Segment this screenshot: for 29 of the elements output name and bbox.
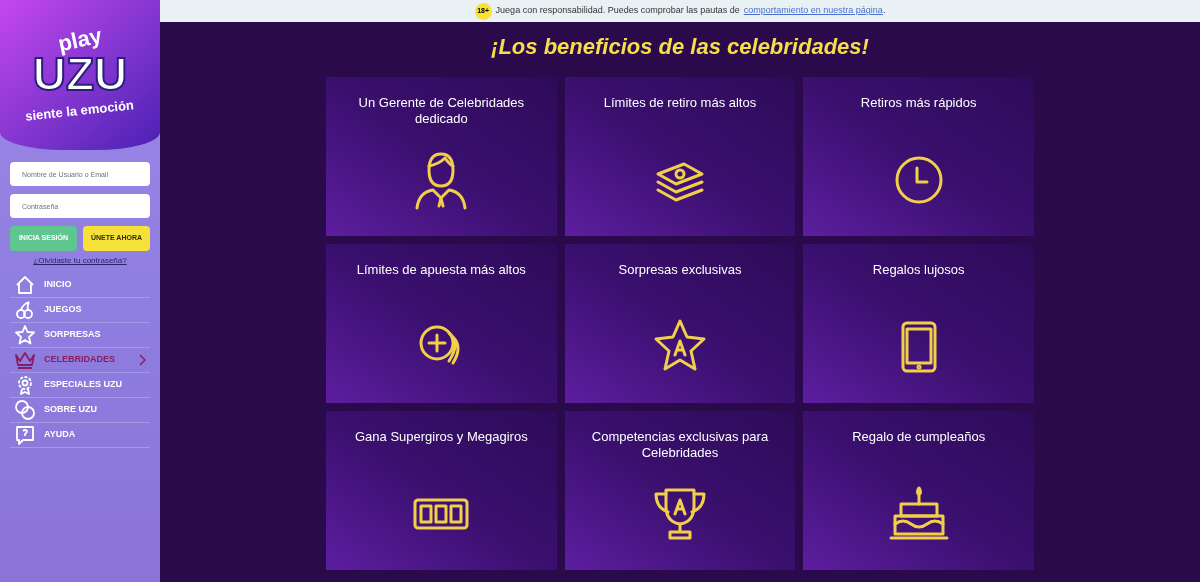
nav-item[interactable]: SOBRE UZU <box>10 398 150 423</box>
banner-text: Juega con responsabilidad. Puedes comprobar las pautas de <box>495 4 740 18</box>
benefit-title: Límites de retiro más altos <box>603 95 757 112</box>
nav-item[interactable]: JUEGOS <box>10 298 150 323</box>
cherry-icon <box>14 299 36 321</box>
benefit-title: Retiros más rápidos <box>860 95 977 112</box>
nav-item[interactable]: SORPRESAS <box>10 323 150 348</box>
benefit-title: Límites de apuesta más altos <box>356 262 526 279</box>
logo-play: play <box>56 24 104 56</box>
benefit-title: Competencias exclusivas para Celebridades <box>590 429 770 462</box>
nav-item[interactable]: INICIO <box>10 273 150 298</box>
crown-icon <box>14 349 36 371</box>
benefit-title: Gana Supergiros y Megagiros <box>354 429 528 446</box>
star-icon <box>14 324 36 346</box>
benefit-title: Regalo de cumpleaños <box>852 429 986 446</box>
forgot-password-link[interactable]: ¿Olvidaste tu contraseña? <box>10 255 150 267</box>
behaviour-link[interactable]: comportamiento en nuestra página <box>743 4 883 18</box>
chevron-right-icon <box>138 354 146 366</box>
nav-item[interactable]: ESPECIALES UZU <box>10 373 150 398</box>
logo-tagline: siente la emoción <box>24 96 136 126</box>
nav-item[interactable]: CELEBRIDADES <box>10 348 150 373</box>
nav-item[interactable]: AYUDA <box>10 423 150 448</box>
benefit-title: Un Gerente de Celebridades dedicado <box>357 95 526 128</box>
benefit-title: Regalos lujosos <box>872 262 965 279</box>
page-title: ¡Los beneficios de las celebridades! <box>490 33 870 61</box>
home-icon <box>14 274 36 296</box>
help-icon <box>14 424 36 446</box>
benefit-title: Sorpresas exclusivas <box>618 262 742 279</box>
banner-period: . <box>882 4 886 18</box>
